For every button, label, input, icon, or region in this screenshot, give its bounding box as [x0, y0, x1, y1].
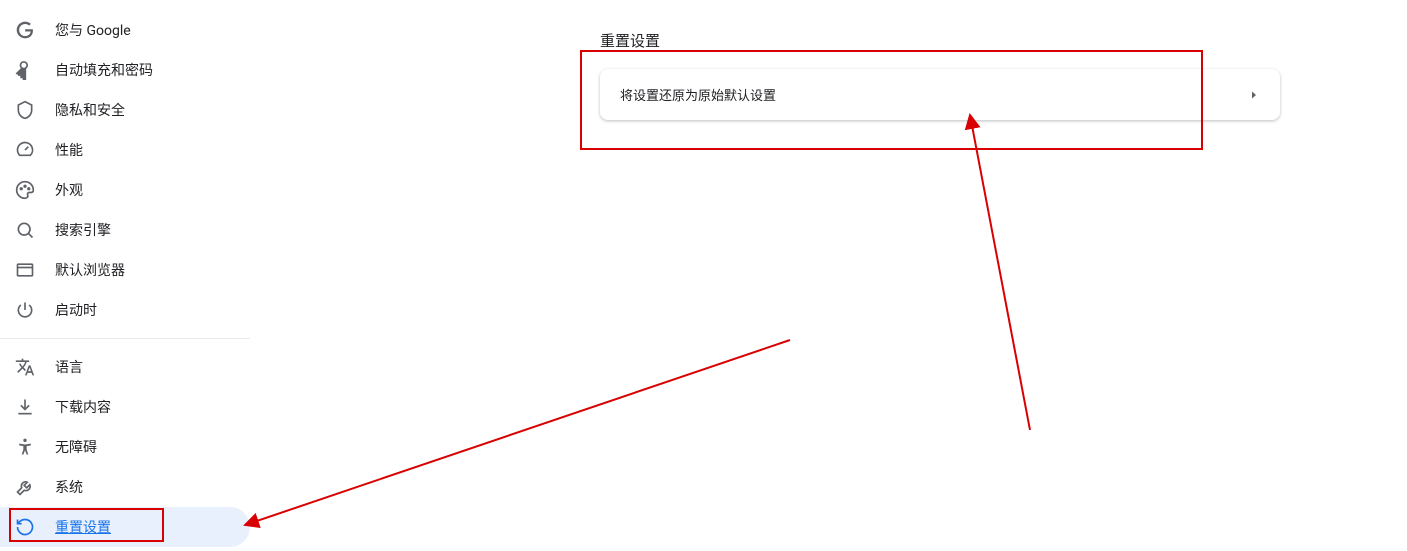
section-title-reset: 重置设置	[600, 30, 1280, 51]
sidebar-item-downloads[interactable]: 下载内容	[0, 387, 250, 427]
sidebar-item-accessibility[interactable]: 无障碍	[0, 427, 250, 467]
wrench-icon	[15, 477, 35, 497]
annotation-arrow-to-card	[970, 115, 1030, 430]
sidebar-item-label: 语言	[55, 357, 83, 377]
sidebar-item-label: 外观	[55, 180, 83, 200]
browser-icon	[15, 260, 35, 280]
sidebar-item-privacy[interactable]: 隐私和安全	[0, 90, 250, 130]
power-icon	[15, 300, 35, 320]
download-icon	[15, 397, 35, 417]
sidebar-item-autofill[interactable]: 自动填充和密码	[0, 50, 250, 90]
sidebar-item-label: 默认浏览器	[55, 260, 125, 280]
reset-settings-card[interactable]: 将设置还原为原始默认设置	[600, 69, 1280, 120]
sidebar-item-label: 搜索引擎	[55, 220, 111, 240]
key-icon	[15, 60, 35, 80]
reset-settings-label: 将设置还原为原始默认设置	[620, 85, 776, 104]
accessibility-icon	[15, 437, 35, 457]
sidebar-item-label: 下载内容	[55, 397, 111, 417]
main-content: 重置设置 将设置还原为原始默认设置	[600, 30, 1280, 120]
shield-icon	[15, 100, 35, 120]
sidebar-item-default-browser[interactable]: 默认浏览器	[0, 250, 250, 290]
reset-icon	[15, 517, 35, 537]
sidebar-item-appearance[interactable]: 外观	[0, 170, 250, 210]
sidebar-item-label: 性能	[55, 140, 83, 160]
translate-icon	[15, 357, 35, 377]
sidebar-item-label: 自动填充和密码	[55, 60, 153, 80]
settings-sidebar: 您与 Google 自动填充和密码 隐私和安全 性能 外观 搜索引擎	[0, 10, 250, 547]
sidebar-item-label: 启动时	[55, 300, 97, 320]
sidebar-item-search-engine[interactable]: 搜索引擎	[0, 210, 250, 250]
sidebar-item-label: 无障碍	[55, 437, 97, 457]
speedometer-icon	[15, 140, 35, 160]
sidebar-item-reset[interactable]: 重置设置	[0, 507, 250, 547]
sidebar-item-label: 重置设置	[55, 517, 111, 537]
sidebar-item-system[interactable]: 系统	[0, 467, 250, 507]
sidebar-divider	[0, 338, 250, 339]
google-g-icon	[15, 20, 35, 40]
sidebar-item-label: 系统	[55, 477, 83, 497]
sidebar-item-label: 隐私和安全	[55, 100, 125, 120]
sidebar-item-you-and-google[interactable]: 您与 Google	[0, 10, 250, 50]
sidebar-item-label: 您与 Google	[55, 20, 131, 40]
sidebar-item-on-startup[interactable]: 启动时	[0, 290, 250, 330]
search-icon	[15, 220, 35, 240]
sidebar-item-performance[interactable]: 性能	[0, 130, 250, 170]
annotation-arrow-to-sidebar	[245, 340, 790, 525]
palette-icon	[15, 180, 35, 200]
chevron-right-icon	[1248, 89, 1260, 101]
sidebar-item-languages[interactable]: 语言	[0, 347, 250, 387]
